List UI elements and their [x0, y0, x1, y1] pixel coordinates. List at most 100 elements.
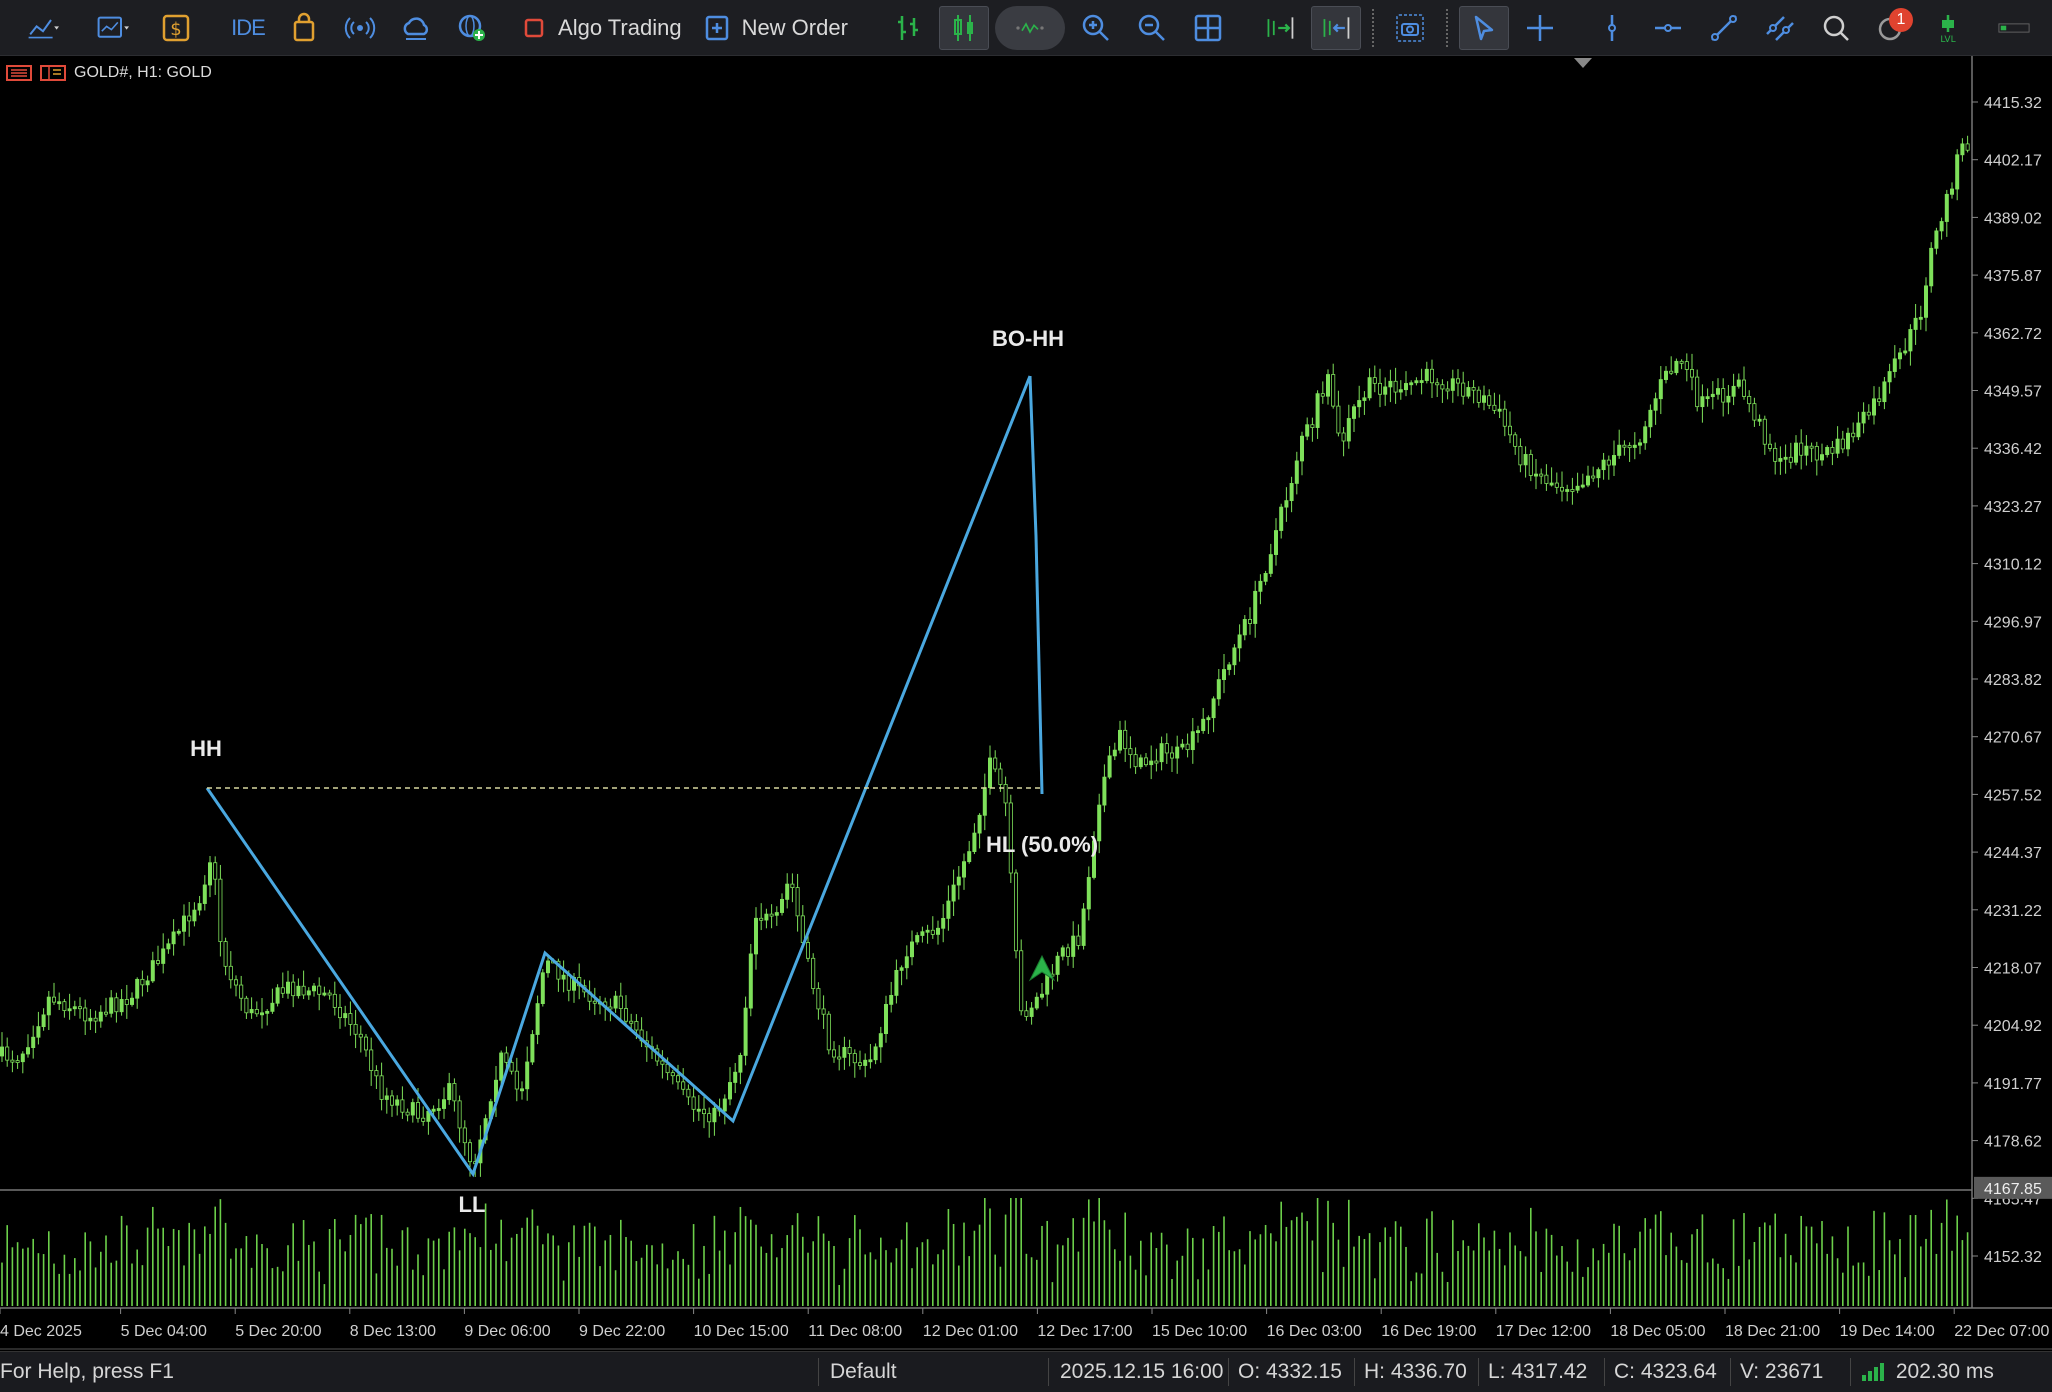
profile-name[interactable]: Default	[830, 1352, 897, 1392]
candle-body	[1508, 426, 1511, 435]
candle-body	[619, 996, 622, 1008]
candle-body	[536, 1004, 539, 1035]
candle-body	[900, 968, 903, 971]
search-button[interactable]	[1811, 6, 1861, 50]
candle-body	[1202, 719, 1205, 730]
trendline-tool-button[interactable]	[1699, 6, 1749, 50]
notification-badge: 1	[1889, 8, 1913, 32]
services-button[interactable]	[447, 6, 497, 50]
candle-body	[1160, 744, 1163, 762]
candle-body	[125, 999, 128, 1004]
candle-body	[983, 788, 986, 816]
time-axis-label: 12 Dec 01:00	[923, 1323, 1018, 1340]
time-axis-label: 9 Dec 06:00	[464, 1323, 550, 1340]
horizontal-line-tool-button[interactable]	[1643, 6, 1693, 50]
chart-canvas[interactable]: 4415.324402.174389.024375.874362.724349.…	[0, 56, 2052, 1351]
new-order-button[interactable]: New Order	[698, 6, 864, 50]
candle-body	[1836, 439, 1839, 453]
vertical-line-tool-button[interactable]	[1587, 6, 1637, 50]
candle-body	[931, 930, 934, 934]
candle-body	[1924, 286, 1927, 317]
candle-body	[1878, 399, 1881, 402]
candle-body	[1503, 409, 1506, 426]
channel-tool-button[interactable]	[1755, 6, 1805, 50]
candle-body	[1472, 387, 1475, 390]
zoom-out-button[interactable]	[1127, 6, 1177, 50]
candle-body	[999, 769, 1002, 784]
candle-body	[1441, 385, 1444, 389]
candle-body	[354, 1024, 357, 1034]
vps-button[interactable]	[391, 6, 441, 50]
candle-body	[1597, 470, 1600, 478]
candle-body	[1389, 381, 1392, 387]
candle-body	[1228, 665, 1231, 670]
candle-body	[333, 994, 336, 1007]
candle-body	[292, 982, 295, 996]
market-button[interactable]: $	[151, 6, 201, 50]
price-axis-label: 4336.42	[1984, 441, 2042, 458]
zigzag-line	[1036, 536, 1042, 794]
crosshair-tool-button[interactable]	[1515, 6, 1565, 50]
screenshot-button[interactable]	[1385, 6, 1435, 50]
candle-body	[1030, 1008, 1033, 1017]
candle-body	[193, 910, 196, 921]
candle-body	[240, 985, 243, 998]
candlestick-chart-button[interactable]	[939, 6, 989, 50]
candle-body	[822, 1009, 825, 1014]
indicators-menu-button[interactable]	[81, 6, 145, 50]
chart-window[interactable]: 4415.324402.174389.024375.874362.724349.…	[0, 56, 2052, 1351]
candle-body	[546, 961, 549, 973]
candle-body	[1815, 446, 1818, 460]
zoom-in-icon	[1080, 12, 1112, 44]
time-axis-label: 9 Dec 22:00	[579, 1323, 665, 1340]
level2-button[interactable]: LVL	[1923, 6, 1973, 50]
candle-body	[1155, 761, 1158, 763]
candle-body	[1581, 485, 1584, 487]
bar-chart-button[interactable]	[883, 6, 933, 50]
candle-body	[635, 1021, 638, 1030]
chart-shift-button[interactable]	[1311, 6, 1361, 50]
auto-scroll-button[interactable]	[1255, 6, 1305, 50]
search-icon	[1820, 12, 1852, 44]
candle-body	[838, 1057, 841, 1059]
candle-body	[1758, 419, 1761, 421]
ide-button[interactable]: IDE	[223, 6, 273, 50]
depth-of-market-icon[interactable]	[40, 64, 66, 82]
candle-body	[453, 1083, 456, 1100]
connection-status[interactable]: 202.30 ms	[1860, 1352, 1994, 1392]
zoom-in-button[interactable]	[1071, 6, 1121, 50]
candle-body	[1654, 399, 1657, 411]
candle-body	[63, 1002, 66, 1011]
shop-button[interactable]	[279, 6, 329, 50]
status-divider	[1730, 1358, 1731, 1386]
status-close: C: 4323.64	[1614, 1352, 1717, 1392]
price-axis-label: 4389.02	[1984, 210, 2042, 227]
candle-body	[1404, 383, 1407, 389]
candle-body	[1633, 445, 1636, 447]
candle-body	[1680, 361, 1683, 363]
tile-windows-button[interactable]	[1183, 6, 1233, 50]
candle-body	[1082, 909, 1085, 946]
candle-body	[208, 863, 211, 885]
candle-body	[1800, 443, 1803, 455]
candle-body	[1670, 371, 1673, 373]
candle-body	[1930, 248, 1933, 286]
candle-body	[198, 904, 201, 911]
candle-body	[942, 918, 945, 928]
cursor-tool-button[interactable]	[1459, 6, 1509, 50]
signals-button[interactable]	[335, 6, 385, 50]
candle-body	[713, 1108, 716, 1122]
chart-type-menu-button[interactable]	[11, 6, 75, 50]
candle-body	[1462, 383, 1465, 396]
candle-body	[380, 1076, 383, 1100]
one-click-trading-icon[interactable]	[6, 64, 32, 82]
candle-body	[1217, 680, 1220, 699]
candle-body	[141, 979, 144, 984]
candle-body	[1087, 877, 1090, 908]
candle-body	[1612, 455, 1615, 465]
status-datetime: 2025.12.15 16:00	[1060, 1352, 1224, 1392]
line-chart-button[interactable]	[995, 6, 1065, 50]
notifications-button[interactable]: 1	[1867, 6, 1917, 50]
algo-trading-button[interactable]: Algo Trading	[516, 6, 698, 50]
candle-body	[401, 1100, 404, 1112]
